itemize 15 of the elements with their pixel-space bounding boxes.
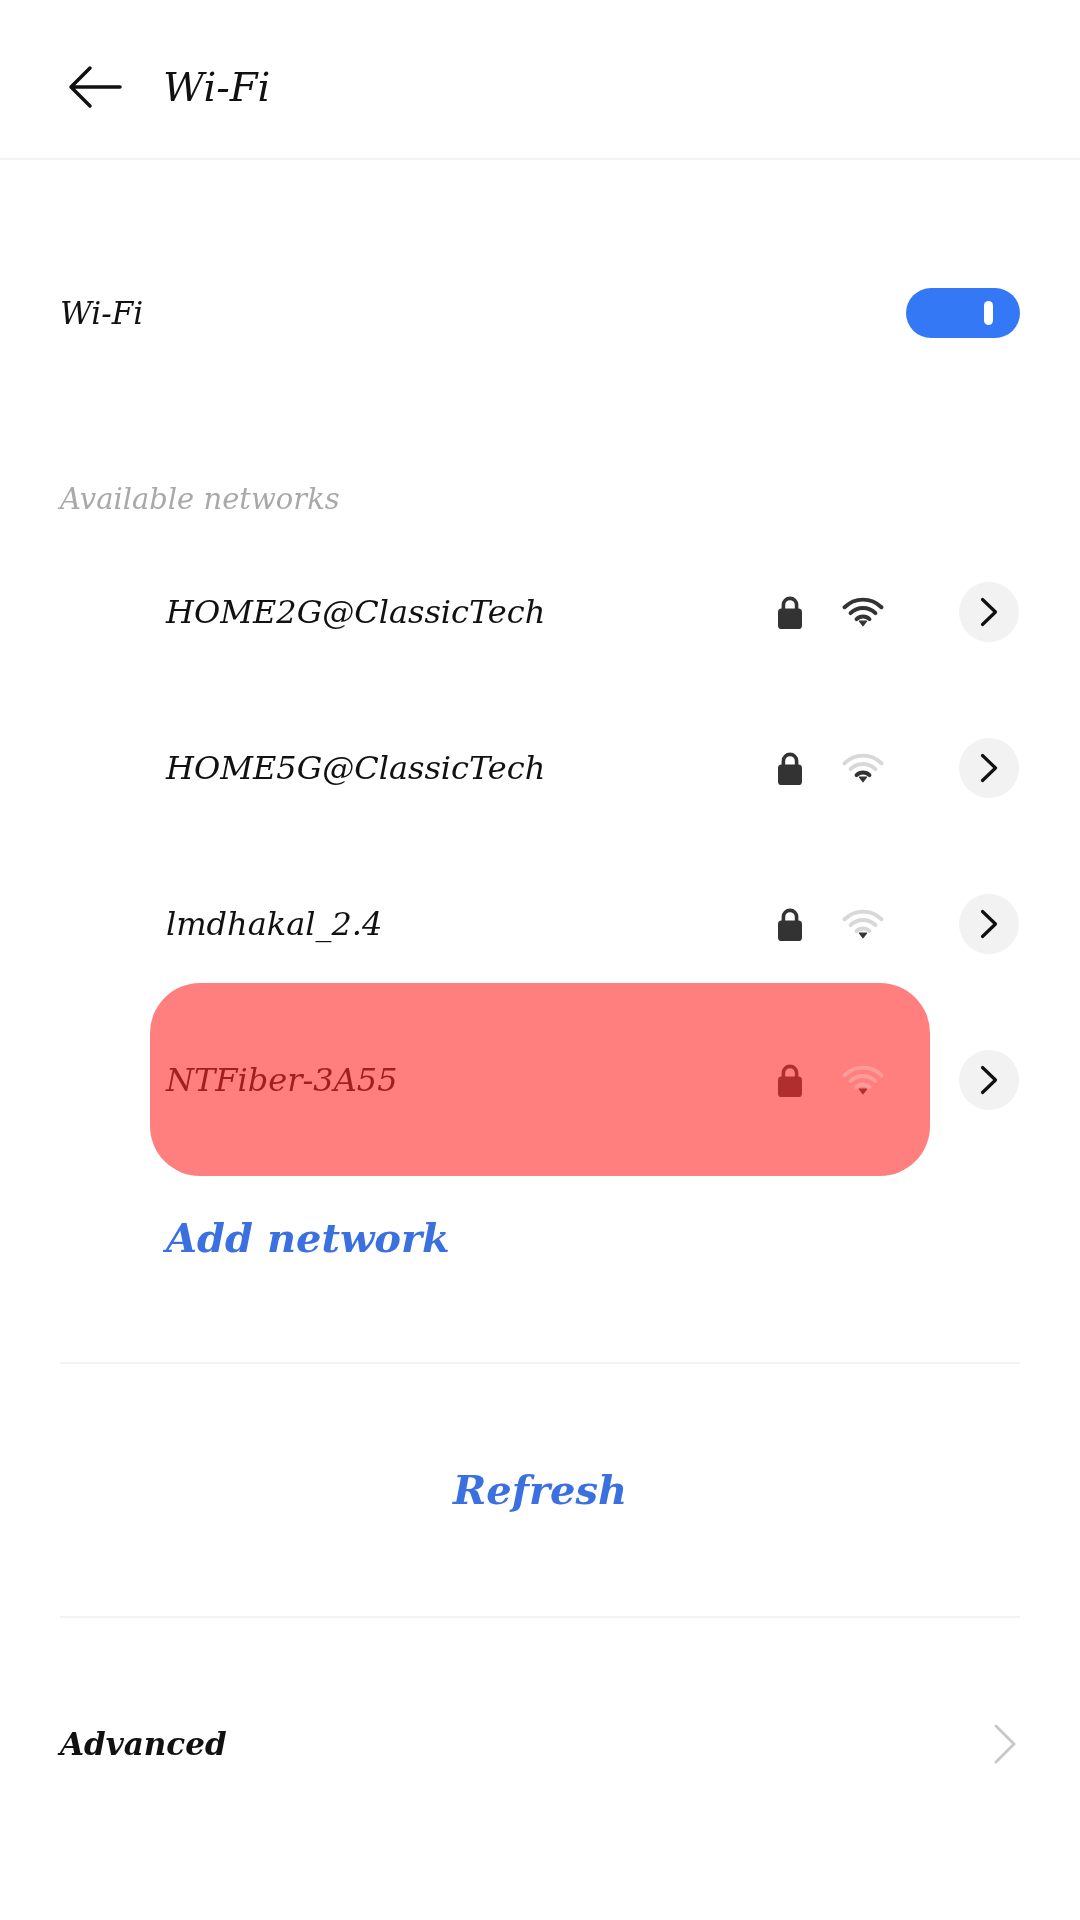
toggle-thumb: [984, 301, 993, 325]
refresh-button[interactable]: Refresh: [453, 1470, 627, 1510]
chevron-right-icon: [980, 909, 998, 939]
chevron-right-icon: [980, 597, 998, 627]
chevron-right-icon: [980, 753, 998, 783]
section-heading: Available networks: [60, 484, 340, 514]
chevron-right-icon: [980, 1065, 998, 1095]
wifi-toggle[interactable]: [906, 288, 1020, 338]
network-name[interactable]: HOME5G@ClassicTech: [166, 752, 778, 784]
back-arrow-icon: [68, 65, 122, 109]
network-name[interactable]: HOME2G@ClassicTech: [166, 596, 778, 628]
page-title: Wi-Fi: [163, 67, 271, 107]
back-button[interactable]: [68, 65, 122, 109]
wifi-label: Wi-Fi: [60, 297, 144, 329]
chevron-right-icon: [994, 1724, 1016, 1764]
